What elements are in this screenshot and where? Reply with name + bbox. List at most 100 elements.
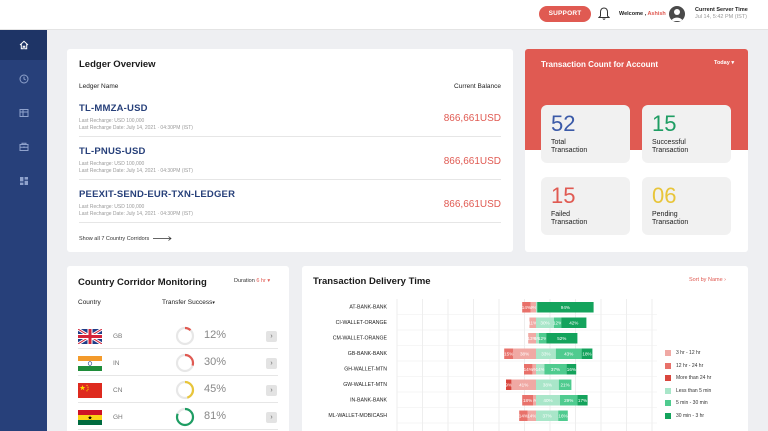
tile-label-line2: Transaction	[652, 147, 689, 154]
show-all-link[interactable]: Show all 7 Country Corridors	[79, 236, 173, 242]
welcome-text: Welcome , Ashish	[619, 11, 666, 17]
top-bar: SUPPORT Welcome , Ashish Current Server …	[0, 0, 768, 30]
country-code: GB	[113, 333, 123, 340]
bar-label: 37%	[551, 367, 560, 372]
transfer-success-label: Transfer Success	[162, 299, 213, 306]
duration-dropdown[interactable]: Duration 6 hr ▾	[234, 278, 270, 284]
country-code: IN	[113, 360, 120, 367]
last-recharge-date: Last Recharge Date: July 14, 2021 · 04:3…	[79, 211, 193, 217]
period-dropdown[interactable]: Today ▾	[714, 60, 734, 66]
legend-item[interactable]: Less than 5 min	[665, 387, 745, 397]
legend-item[interactable]: 30 min - 3 hr	[665, 412, 745, 422]
legend-item[interactable]: 12 hr - 24 hr	[665, 362, 745, 372]
legend-item[interactable]: 3 hr - 12 hr	[665, 349, 745, 359]
ledger-name[interactable]: TL-MMZA-USD	[79, 103, 148, 114]
last-recharge-date: Last Recharge Date: July 14, 2021 · 04:3…	[79, 168, 193, 174]
successful-transaction-tile[interactable]: 15 Successful Transaction	[642, 105, 731, 163]
legend-item[interactable]: More than 24 hr	[665, 374, 745, 384]
bar-label: 94%	[561, 305, 570, 310]
home-icon	[19, 40, 28, 50]
tile-label-line1: Pending	[652, 211, 678, 218]
ledger-name[interactable]: PEEXIT-SEND-EUR-TXN-LEDGER	[79, 189, 235, 200]
bar-label: 14%	[519, 414, 528, 419]
country-code: CN	[113, 387, 123, 394]
transaction-count-title: Transaction Count for Account	[541, 60, 659, 69]
row-detail-button[interactable]: ›	[266, 385, 277, 396]
bar-label: 18%	[582, 352, 591, 357]
tile-value: 06	[652, 183, 677, 208]
bar-label: 38%	[543, 383, 552, 388]
sort-value: Name	[707, 277, 723, 283]
total-transaction-tile[interactable]: 52 Total Transaction	[541, 105, 630, 163]
transaction-count-card: Transaction Count for Account Today ▾ 52…	[525, 49, 748, 252]
ledger-row[interactable]: TL-PNUS-USD Last Recharge: USD 100,000 L…	[79, 140, 501, 180]
sidebar-item-wallet[interactable]	[0, 132, 47, 162]
tile-label-line1: Failed	[551, 211, 571, 218]
sidebar-item-home[interactable]	[0, 30, 47, 60]
corridor-row[interactable]: CN 45% ›	[78, 377, 278, 403]
bar-label: 11%	[528, 321, 537, 326]
bar-label: 12%	[553, 321, 562, 326]
success-ring	[175, 380, 195, 400]
china-flag-icon	[78, 383, 102, 398]
user-icon	[671, 9, 683, 21]
caret-down-icon: ▾	[267, 278, 271, 284]
sort-dropdown[interactable]: Sort by Name ›	[689, 277, 726, 283]
bar-label: 16%	[558, 414, 567, 419]
bar-label: 40%	[543, 398, 552, 403]
category-label: IN-BANK-BANK	[350, 398, 387, 404]
tile-label: Successful Transaction	[652, 139, 688, 155]
tile-label-line2: Transaction	[652, 219, 689, 226]
success-ring	[175, 353, 195, 373]
transfer-success-header[interactable]: Transfer Success▾	[162, 299, 215, 306]
row-detail-button[interactable]: ›	[266, 331, 277, 342]
bar-label: 42%	[569, 321, 578, 326]
tile-label-line2: Transaction	[551, 219, 588, 226]
support-button[interactable]: SUPPORT	[539, 6, 591, 22]
ledger-name-header: Ledger Name	[79, 83, 119, 90]
failed-transaction-tile[interactable]: 15 Failed Transaction	[541, 177, 630, 235]
corridor-row[interactable]: IN 30% ›	[78, 350, 278, 376]
ledger-row[interactable]: TL-MMZA-USD Last Recharge: USD 100,000 L…	[79, 97, 501, 137]
bar-label: 37%	[542, 414, 551, 419]
category-label: ML-WALLET-MOBICASH	[328, 413, 387, 419]
bell-icon[interactable]	[598, 7, 610, 21]
bar-label: 38%	[520, 352, 529, 357]
bar-label: 16%	[567, 367, 576, 372]
corridor-title: Country Corridor Monitoring	[78, 277, 207, 288]
duration-label: Duration	[234, 278, 255, 284]
legend-label: 12 hr - 24 hr	[676, 362, 704, 369]
sort-label: Sort by	[689, 277, 707, 283]
last-recharge: Last Recharge: USD 100,000	[79, 204, 145, 210]
tile-value: 15	[551, 183, 576, 208]
server-time: Current Server Time Jul 14, 5:42 PM (IST…	[695, 7, 748, 21]
corridor-row[interactable]: GB 12% ›	[78, 323, 278, 349]
legend-swatch	[665, 412, 671, 419]
gb-flag-icon	[78, 329, 102, 344]
country-corridor-card: Country Corridor Monitoring Duration 6 h…	[67, 266, 289, 431]
country-header: Country	[78, 299, 101, 306]
legend-swatch	[665, 350, 671, 356]
legend-label: 30 min - 3 hr	[676, 412, 705, 419]
corridor-row[interactable]: GH 81% ›	[78, 404, 278, 430]
ledger-name[interactable]: TL-PNUS-USD	[79, 146, 146, 157]
period-value: Today	[714, 60, 730, 66]
legend-label: 5 min - 30 min	[676, 400, 708, 406]
pending-transaction-tile[interactable]: 06 Pending Transaction	[642, 177, 731, 235]
success-percent: 81%	[204, 410, 227, 422]
tile-label: Pending Transaction	[652, 211, 688, 227]
ledger-row[interactable]: PEEXIT-SEND-EUR-TXN-LEDGER Last Recharge…	[79, 183, 501, 223]
sidebar-item-dashboard[interactable]	[0, 166, 47, 196]
sidebar-item-ledger[interactable]	[0, 98, 47, 128]
server-time-value: Jul 14, 5:42 PM (IST)	[695, 14, 747, 20]
bar-segment[interactable]	[536, 302, 538, 313]
row-detail-button[interactable]: ›	[266, 412, 277, 423]
sidebar-item-history[interactable]	[0, 64, 47, 94]
row-detail-button[interactable]: ›	[266, 358, 277, 369]
success-percent: 12%	[204, 329, 227, 341]
avatar[interactable]	[669, 6, 685, 22]
sidebar	[0, 30, 47, 431]
arrow-right-icon	[152, 236, 172, 241]
legend-item[interactable]: 5 min - 30 min	[665, 399, 745, 409]
bar-label: 15%	[504, 352, 513, 357]
